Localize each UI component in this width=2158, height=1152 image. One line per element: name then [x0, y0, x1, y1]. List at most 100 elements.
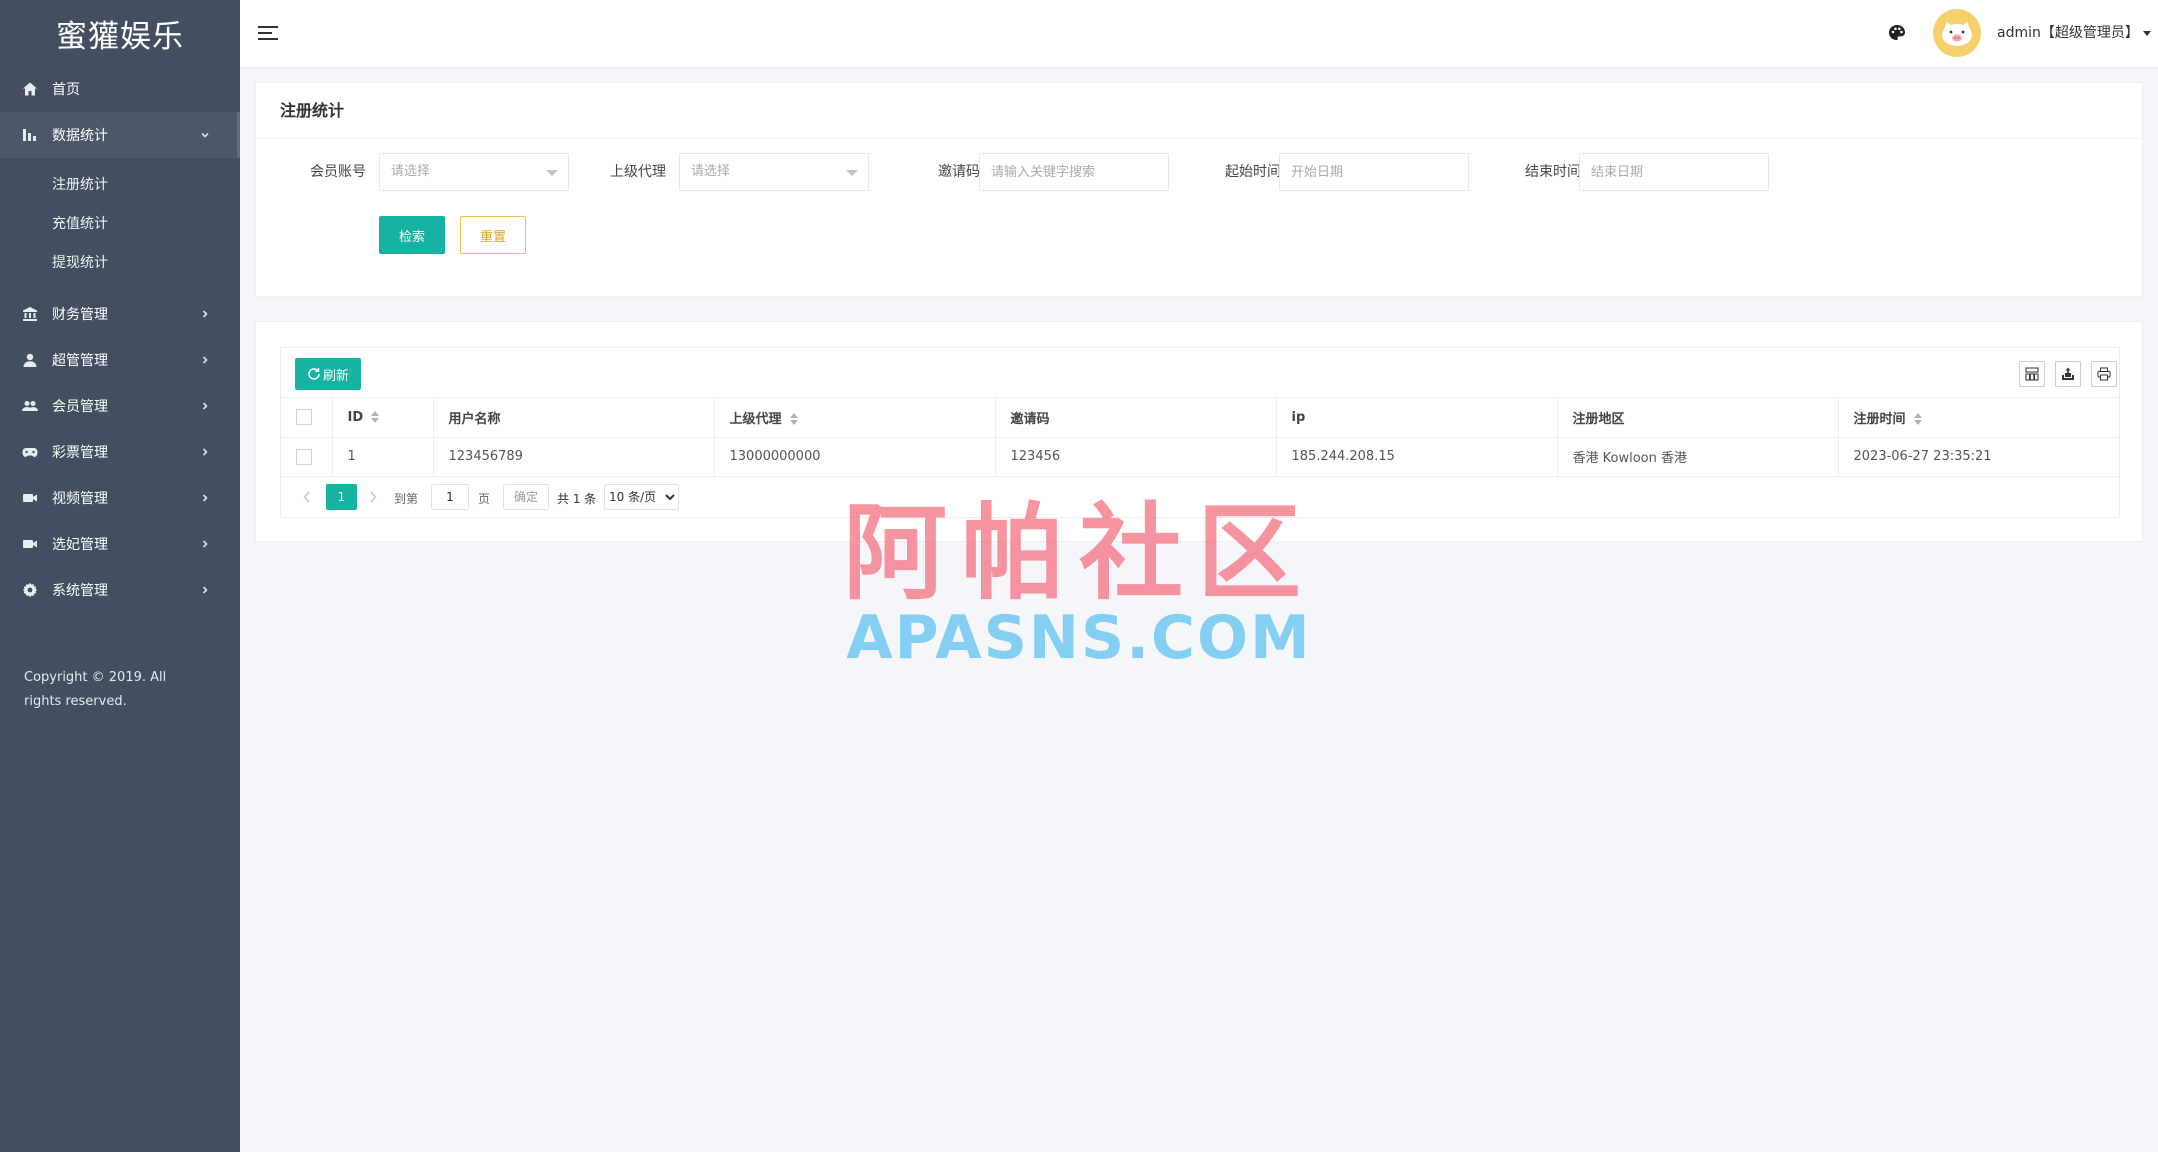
sort-icon[interactable] [789, 413, 798, 426]
start-date-input[interactable] [1279, 153, 1469, 191]
select-arrow-icon [546, 170, 558, 176]
data-table-container: 刷新 ID 用户名称 上级代理 邀请码 ip 注册地区 注册时间 1 12345… [280, 347, 2120, 518]
sidebar-item-label: 会员管理 [52, 399, 108, 415]
users-icon [22, 398, 38, 414]
total-count: 共 1 条 [557, 491, 597, 506]
invite-code-label: 邀请码 [938, 164, 980, 180]
sidebar-item-label: 选妃管理 [52, 537, 108, 553]
column-header-invite-code: 邀请码 [995, 398, 1277, 438]
parent-agent-select[interactable]: 请选择 [679, 153, 869, 191]
sidebar-item-system[interactable]: 系统管理 [0, 567, 240, 613]
copyright-text: Copyright © 2019. All rights reserved. [24, 670, 167, 709]
sidebar-item-label: 系统管理 [52, 583, 108, 599]
table-toolbar: 刷新 [281, 348, 2119, 398]
sidebar-subitem-register-stats[interactable]: 注册统计 [0, 164, 240, 203]
sidebar-subitem-withdraw-stats[interactable]: 提现统计 [0, 242, 240, 281]
page-size-select[interactable]: 10 条/页 [604, 483, 679, 510]
chevron-down-icon [200, 130, 210, 140]
gear-icon [22, 582, 38, 598]
column-header-register-time[interactable]: 注册时间 [1838, 398, 2119, 438]
member-account-label: 会员账号 [310, 164, 366, 180]
home-icon [22, 81, 38, 97]
video-icon [22, 536, 38, 552]
prev-page-icon[interactable] [299, 486, 315, 508]
search-form: 会员账号 请选择 上级代理 请选择 邀请码 起始时间 结束时间 [256, 153, 2142, 191]
select-all-cell [281, 398, 333, 438]
palette-icon[interactable] [1887, 23, 1907, 43]
cell-username: 123456789 [433, 437, 715, 477]
select-all-checkbox[interactable] [296, 409, 312, 426]
brand-logo: 蜜獾娱乐 [56, 18, 184, 55]
export-icon [2062, 367, 2074, 380]
gamepad-icon [22, 444, 38, 460]
sidebar-item-videos[interactable]: 视频管理 [0, 475, 240, 521]
chevron-right-icon [200, 539, 210, 549]
sidebar-item-lottery[interactable]: 彩票管理 [0, 429, 240, 475]
search-panel: 注册统计 会员账号 请选择 上级代理 请选择 邀请码 起始时间 结束时间 检索 … [255, 82, 2143, 297]
user-icon [22, 352, 38, 368]
column-header-id[interactable]: ID [332, 398, 434, 438]
export-button[interactable] [2055, 361, 2081, 387]
column-header-parent-agent[interactable]: 上级代理 [714, 398, 996, 438]
print-button[interactable] [2091, 361, 2117, 387]
invite-code-input[interactable] [979, 153, 1169, 191]
avatar[interactable] [1933, 9, 1981, 57]
goto-label: 到第 [394, 491, 419, 506]
sort-icon[interactable] [1913, 413, 1922, 426]
goto-confirm-button[interactable]: 确定 [503, 483, 549, 510]
cell-invite-code: 123456 [995, 437, 1277, 477]
table-row: 1 123456789 13000000000 123456 185.244.2… [281, 437, 2119, 477]
chevron-right-icon [200, 401, 210, 411]
menu-toggle-icon[interactable] [257, 23, 279, 43]
refresh-icon [308, 368, 320, 380]
chevron-right-icon [200, 493, 210, 503]
user-menu[interactable]: admin【超级管理员】 [1997, 22, 2151, 42]
next-page-icon[interactable] [365, 486, 381, 508]
sidebar-item-label: 超管管理 [52, 353, 108, 369]
page-unit-label: 页 [478, 491, 491, 506]
page-number-current[interactable]: 1 [326, 483, 357, 510]
column-header-ip: ip [1276, 398, 1558, 438]
cell-register-time: 2023-06-27 23:35:21 [1838, 437, 2119, 477]
column-filter-button[interactable] [2019, 361, 2045, 387]
page-title: 注册统计 [256, 83, 2142, 139]
chevron-right-icon [200, 309, 210, 319]
sidebar-item-home[interactable]: 首页 [0, 66, 240, 112]
pagination: 1 到第 页 确定 共 1 条 10 条/页 [281, 477, 2119, 517]
data-table: ID 用户名称 上级代理 邀请码 ip 注册地区 注册时间 1 12345678… [281, 398, 2119, 477]
caret-down-icon [2142, 30, 2151, 36]
cell-ip: 185.244.208.15 [1276, 437, 1558, 477]
table-header-row: ID 用户名称 上级代理 邀请码 ip 注册地区 注册时间 [281, 398, 2119, 438]
goto-page-input[interactable] [431, 483, 469, 510]
refresh-button[interactable]: 刷新 [295, 358, 361, 390]
print-icon [2097, 367, 2111, 381]
row-checkbox[interactable] [296, 448, 312, 465]
sidebar-item-label: 数据统计 [52, 128, 108, 144]
bank-icon [22, 306, 38, 322]
sidebar-item-label: 视频管理 [52, 491, 108, 507]
sidebar-submenu: 注册统计 充值统计 提现统计 [0, 158, 240, 291]
search-button[interactable]: 检索 [379, 216, 445, 254]
sidebar-item-finance[interactable]: 财务管理 [0, 291, 240, 337]
member-account-select[interactable]: 请选择 [379, 153, 569, 191]
cell-region: 香港 Kowloon 香港 [1557, 437, 1839, 477]
sidebar-item-label: 财务管理 [52, 307, 108, 323]
end-date-input[interactable] [1579, 153, 1769, 191]
sidebar-item-label: 彩票管理 [52, 445, 108, 461]
sidebar-item-members[interactable]: 会员管理 [0, 383, 240, 429]
video-icon [22, 490, 38, 506]
chevron-right-icon [200, 355, 210, 365]
sidebar-item-concubine[interactable]: 选妃管理 [0, 521, 240, 567]
cell-parent-agent: 13000000000 [714, 437, 996, 477]
end-time-label: 结束时间 [1525, 164, 1581, 180]
sidebar-subitem-recharge-stats[interactable]: 充值统计 [0, 203, 240, 242]
table-panel: 刷新 ID 用户名称 上级代理 邀请码 ip 注册地区 注册时间 1 12345… [255, 321, 2143, 542]
sidebar-item-super-admin[interactable]: 超管管理 [0, 337, 240, 383]
sort-icon[interactable] [371, 411, 380, 424]
sidebar: 蜜獾娱乐 首页 数据统计 注册统计 充值统计 提现统计 财务管理 超管管理 会员… [0, 0, 240, 1152]
reset-button[interactable]: 重置 [460, 216, 526, 254]
bar-chart-icon [22, 127, 38, 143]
sidebar-item-data-stats[interactable]: 数据统计 [0, 112, 240, 158]
top-header: admin【超级管理员】 [240, 0, 2158, 67]
row-select-cell [281, 437, 333, 477]
